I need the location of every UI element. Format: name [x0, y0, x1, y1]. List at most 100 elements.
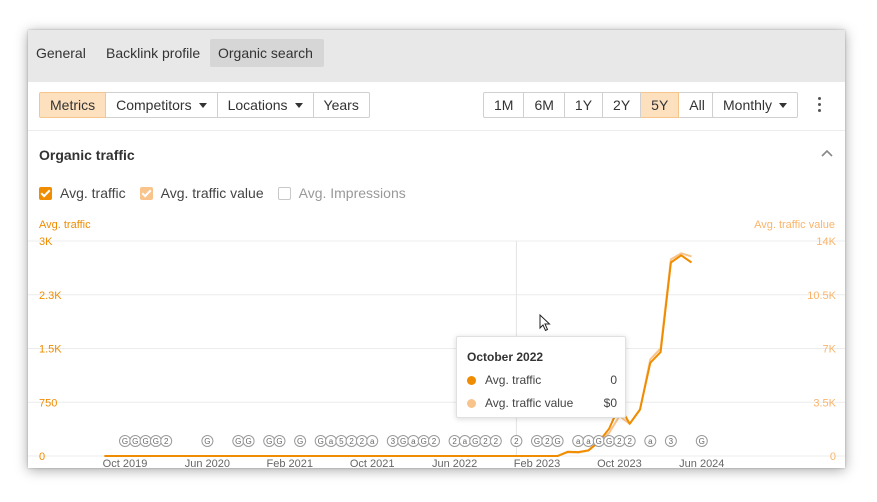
annotation-marker[interactable]: 2 — [160, 435, 173, 447]
y-right-tick-label: 0 — [830, 451, 836, 463]
legend-avg-traffic-value[interactable]: Avg. traffic value — [139, 185, 264, 201]
annotation-marker[interactable]: G — [263, 435, 276, 447]
tab-organic-search[interactable]: Organic search — [210, 39, 324, 67]
annotation-marker[interactable]: G — [469, 435, 482, 447]
section-title: Organic traffic — [39, 147, 135, 163]
annotation-marker[interactable]: a — [366, 435, 379, 447]
svg-text:2: 2 — [349, 437, 354, 446]
organic-traffic-chart[interactable]: 0 0 750 3.5K 1.5K 7K 2.3K 10.5K 3K 14K Oct 2019 Jun… — [28, 230, 845, 468]
chart-tooltip: October 2022 Avg. traffic 0 Avg. traffic… — [456, 336, 626, 418]
tab-general[interactable]: General — [28, 39, 94, 67]
annotation-marker[interactable]: 2 — [613, 435, 626, 447]
years-button[interactable]: Years — [313, 92, 370, 118]
checkbox-avg-traffic[interactable] — [39, 186, 52, 200]
annotation-marker[interactable]: G — [119, 435, 131, 447]
y-left-tick-label: 2.3K — [39, 290, 62, 302]
svg-text:G: G — [122, 437, 128, 446]
y-left-tick-label: 750 — [39, 397, 57, 409]
interval-group: Monthly — [712, 92, 799, 118]
svg-text:a: a — [586, 437, 591, 446]
more-options-icon[interactable] — [814, 94, 824, 116]
report-tabs: General Backlink profile Organic search — [28, 30, 845, 82]
annotation-marker[interactable]: 2 — [479, 435, 492, 447]
annotation-marker[interactable]: G — [531, 435, 543, 447]
annotation-marker[interactable]: 2 — [448, 435, 461, 447]
svg-text:G: G — [699, 437, 705, 446]
annotation-marker[interactable]: G — [695, 435, 708, 447]
checkbox-avg-impressions[interactable] — [277, 186, 291, 200]
annotation-marker[interactable]: a — [644, 435, 657, 447]
svg-text:2: 2 — [627, 437, 632, 446]
annotation-marker[interactable]: G — [603, 435, 616, 447]
range-2y-button[interactable]: 2Y — [603, 92, 642, 118]
svg-text:a: a — [411, 437, 416, 446]
svg-text:G: G — [204, 437, 210, 446]
annotation-marker[interactable]: G — [397, 435, 410, 447]
annotation-marker[interactable]: 2 — [345, 435, 358, 447]
chevron-up-icon[interactable] — [820, 148, 834, 158]
svg-text:a: a — [576, 437, 581, 446]
annotation-marker[interactable]: G — [314, 435, 327, 447]
annotation-marker[interactable]: a — [407, 435, 420, 447]
annotation-marker[interactable]: 2 — [623, 435, 636, 447]
annotation-marker[interactable]: 2 — [428, 435, 440, 447]
annotation-marker[interactable]: a — [458, 435, 471, 447]
annotation-marker[interactable]: G — [592, 435, 605, 447]
tooltip-row-traffic: Avg. traffic 0 — [467, 373, 617, 387]
y-left-tick-label: 1.5K — [39, 344, 62, 356]
competitors-dropdown[interactable]: Competitors — [106, 92, 218, 118]
annotation-marker[interactable]: a — [572, 435, 585, 447]
locations-dropdown[interactable]: Locations — [217, 92, 314, 118]
y-left-tick-label: 3K — [39, 236, 53, 248]
annotation-marker[interactable]: a — [582, 435, 595, 447]
annotation-marker[interactable]: 3 — [664, 435, 677, 447]
annotation-marker[interactable]: 2 — [541, 435, 554, 447]
legend-avg-impressions[interactable]: Avg. Impressions — [277, 185, 406, 201]
chevron-down-icon — [198, 102, 207, 108]
chart-legend: Avg. traffic Avg. traffic value Avg. Imp… — [39, 185, 420, 201]
annotation-marker[interactable]: 3 — [386, 435, 399, 447]
annotation-marker[interactable]: G — [551, 435, 564, 447]
tab-backlink-profile[interactable]: Backlink profile — [98, 39, 208, 67]
range-6m-button[interactable]: 6M — [524, 92, 565, 118]
annotation-marker[interactable]: 2 — [355, 435, 368, 447]
annotation-marker[interactable]: G — [273, 435, 286, 447]
range-all-button[interactable]: All — [679, 92, 716, 118]
interval-dropdown[interactable]: Monthly — [712, 92, 799, 118]
svg-text:2: 2 — [514, 437, 519, 446]
svg-text:G: G — [596, 437, 602, 446]
range-1m-button[interactable]: 1M — [483, 92, 525, 118]
divider — [28, 130, 845, 131]
tooltip-row-label: Avg. traffic — [485, 373, 542, 387]
annotation-marker[interactable]: G — [294, 435, 307, 447]
years-label: Years — [323, 97, 359, 113]
metrics-button[interactable]: Metrics — [39, 92, 107, 118]
chevron-down-icon — [294, 102, 303, 108]
annotation-marker[interactable]: G — [129, 435, 142, 447]
legend-label: Avg. Impressions — [298, 185, 406, 201]
legend-label: Avg. traffic value — [160, 185, 264, 201]
x-tick-label: Oct 2021 — [350, 458, 395, 468]
annotation-marker[interactable]: G — [201, 435, 214, 447]
chevron-down-icon — [779, 102, 788, 108]
svg-text:a: a — [370, 437, 375, 446]
range-1y-button[interactable]: 1Y — [564, 92, 604, 118]
svg-text:3: 3 — [391, 437, 396, 446]
annotation-marker[interactable]: G — [417, 435, 430, 447]
svg-text:2: 2 — [545, 437, 550, 446]
annotation-marker[interactable]: G — [149, 435, 162, 447]
annotation-marker[interactable]: a — [325, 435, 337, 447]
annotation-marker[interactable]: 5 — [335, 435, 348, 447]
interval-label: Monthly — [723, 97, 773, 113]
annotation-marker[interactable]: G — [232, 435, 245, 447]
annotation-marker[interactable]: 2 — [489, 435, 502, 447]
annotation-marker[interactable]: G — [242, 435, 255, 447]
y-right-tick-label: 7K — [823, 344, 837, 356]
annotation-marker[interactable]: 2 — [510, 435, 523, 447]
annotation-marker[interactable]: G — [139, 435, 152, 447]
svg-text:G: G — [534, 437, 540, 446]
legend-avg-traffic[interactable]: Avg. traffic — [39, 185, 126, 201]
range-5y-button[interactable]: 5Y — [641, 92, 680, 118]
svg-text:a: a — [463, 437, 468, 446]
checkbox-avg-traffic-value[interactable] — [139, 186, 153, 200]
